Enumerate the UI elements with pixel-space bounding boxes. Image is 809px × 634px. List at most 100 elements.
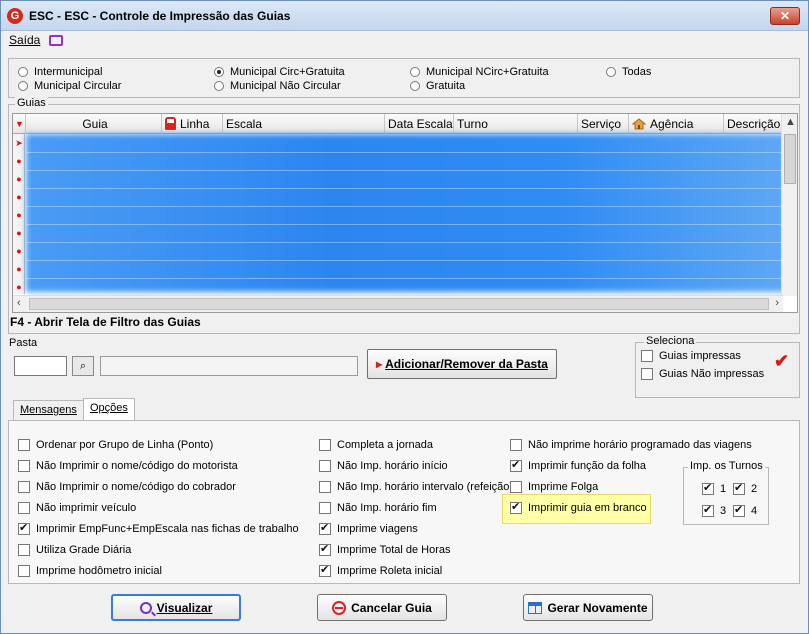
checkbox-box[interactable] — [319, 521, 331, 535]
checkbox-box[interactable] — [733, 503, 745, 517]
checkbox-label: Imprime viagens — [337, 523, 418, 535]
checkbox-nao-imp-horario-fim[interactable]: Não Imp. horário fim — [319, 502, 437, 514]
checkbox-imprimir-guia-em-branco[interactable]: Imprimir guia em branco — [510, 500, 647, 514]
checkbox-box[interactable] — [18, 521, 30, 535]
checkbox-nao-imp-horario-intervalo[interactable]: Não Imp. horário intervalo (refeição) — [319, 481, 513, 493]
guias-grid[interactable]: ▼ Guia Linha Escala Data Escala Turno Se… — [12, 113, 798, 313]
checkbox-box[interactable] — [319, 439, 331, 451]
checkbox-box[interactable] — [18, 460, 30, 472]
checkbox-box[interactable] — [319, 460, 331, 472]
checkbox-imprime-viagens[interactable]: Imprime viagens — [319, 521, 418, 535]
radio-municipal-circ-gratuita[interactable]: Municipal Circ+Gratuita — [214, 66, 345, 78]
pasta-code-input[interactable] — [14, 356, 67, 376]
radio-intermunicipal[interactable]: Intermunicipal — [18, 66, 102, 78]
checkbox-box[interactable] — [702, 503, 714, 517]
add-page-icon: ▸ — [376, 357, 383, 371]
checkbox-nao-imprimir-cobrador[interactable]: Não Imprimir o nome/código do cobrador — [18, 481, 236, 493]
checkbox-box[interactable] — [641, 350, 653, 362]
checkbox-box[interactable] — [18, 439, 30, 451]
column-escala[interactable]: Escala — [223, 114, 385, 134]
checkbox-nao-imp-horario-inicio[interactable]: Não Imp. horário início — [319, 460, 448, 472]
horizontal-scrollbar[interactable]: ‹ › — [13, 295, 783, 312]
radio-dot[interactable] — [18, 81, 28, 91]
add-remove-pasta-button[interactable]: ▸ Adicionar/Remover da Pasta — [367, 349, 557, 379]
checkbox-box[interactable] — [510, 458, 522, 472]
checkbox-label: Imprimir EmpFunc+EmpEscala nas fichas de… — [36, 523, 299, 535]
horizontal-scroll-thumb[interactable] — [29, 298, 769, 310]
radio-todas[interactable]: Todas — [606, 66, 651, 78]
checkbox-turno-1[interactable]: 1 — [702, 481, 726, 495]
radio-dot[interactable] — [18, 67, 28, 77]
checkbox-box[interactable] — [18, 565, 30, 577]
checkbox-box[interactable] — [641, 368, 653, 380]
checkbox-imprime-total-horas[interactable]: Imprime Total de Horas — [319, 542, 451, 556]
radio-dot[interactable] — [214, 81, 224, 91]
checkbox-guias-nao-impressas[interactable]: Guias Não impressas — [641, 368, 764, 380]
checkbox-box[interactable] — [733, 481, 745, 495]
checkbox-box[interactable] — [319, 481, 331, 493]
checkbox-ordenar-grupo-linha[interactable]: Ordenar por Grupo de Linha (Ponto) — [18, 439, 213, 451]
checkbox-box[interactable] — [510, 439, 522, 451]
checkbox-box[interactable] — [18, 544, 30, 556]
radio-municipal-nao-circular[interactable]: Municipal Não Circular — [214, 80, 341, 92]
column-data-escala[interactable]: Data Escala — [385, 114, 454, 134]
column-guia[interactable]: Guia — [26, 114, 162, 134]
checkbox-box[interactable] — [319, 563, 331, 577]
main-window: G ESC - ESC - Controle de Impressão das … — [0, 0, 809, 634]
scroll-left-icon[interactable]: ‹ — [17, 297, 21, 309]
binoculars-icon: ⌕ — [79, 360, 87, 372]
checkbox-imprimir-empfunc[interactable]: Imprimir EmpFunc+EmpEscala nas fichas de… — [18, 521, 299, 535]
scroll-up-icon[interactable]: ▲ — [785, 116, 796, 128]
checkbox-turno-2[interactable]: 2 — [733, 481, 758, 495]
radio-dot[interactable] — [606, 67, 616, 77]
checkbox-utiliza-grade-diaria[interactable]: Utiliza Grade Diária — [18, 544, 131, 556]
checkbox-imprime-roleta-inicial[interactable]: Imprime Roleta inicial — [319, 563, 442, 577]
checkbox-box[interactable] — [702, 481, 714, 495]
checkbox-turno-3[interactable]: 3 — [702, 503, 727, 517]
checkbox-imprime-folga[interactable]: Imprime Folga — [510, 481, 598, 493]
checkbox-nao-imprimir-veiculo[interactable]: Não imprimir veículo — [18, 502, 136, 514]
column-linha[interactable]: Linha — [162, 114, 223, 134]
checkbox-box[interactable] — [510, 500, 522, 514]
radio-gratuita[interactable]: Gratuita — [410, 80, 465, 92]
radio-dot[interactable] — [410, 81, 420, 91]
column-turno[interactable]: Turno — [454, 114, 578, 134]
monitor-icon[interactable] — [49, 34, 64, 46]
checkbox-turno-4[interactable]: 4 — [733, 503, 757, 517]
radio-municipal-circular[interactable]: Municipal Circular — [18, 80, 121, 92]
visualizar-button[interactable]: Visualizar — [111, 594, 241, 621]
checkbox-box[interactable] — [319, 542, 331, 556]
scroll-right-icon[interactable]: › — [775, 297, 779, 309]
column-descricao[interactable]: Descrição da — [724, 114, 783, 134]
tab-mensagens[interactable]: Mensagens — [13, 400, 84, 420]
checkbox-box[interactable] — [18, 502, 30, 514]
vertical-scrollbar[interactable]: ▲ — [781, 114, 797, 296]
gerar-novamente-button[interactable]: Gerar Novamente — [523, 594, 653, 621]
cancelar-guia-button[interactable]: Cancelar Guia — [317, 594, 447, 621]
search-pasta-button[interactable]: ⌕ — [72, 356, 94, 376]
radio-municipal-ncirc-gratuita[interactable]: Municipal NCirc+Gratuita — [410, 66, 549, 78]
checkbox-label: 3 — [720, 505, 727, 517]
checkbox-imprimir-funcao-folha[interactable]: Imprimir função da folha — [510, 458, 646, 472]
radio-dot[interactable] — [410, 67, 420, 77]
selected-rows-blurred[interactable] — [26, 134, 786, 292]
column-servico[interactable]: Serviço — [578, 114, 629, 134]
checkbox-guias-impressas[interactable]: Guias impressas — [641, 350, 741, 362]
checkbox-nao-imprimir-motorista[interactable]: Não Imprimir o nome/código do motorista — [18, 460, 238, 472]
checkbox-nao-imprime-horario-programado[interactable]: Não imprime horário programado das viage… — [510, 439, 752, 451]
guias-legend: Guias — [15, 97, 48, 109]
sort-indicator-icon[interactable]: ▼ — [13, 114, 26, 134]
radio-dot[interactable] — [214, 67, 224, 77]
checkbox-label: 2 — [751, 483, 758, 495]
column-agencia[interactable]: Agência — [629, 114, 724, 134]
tab-opcoes[interactable]: Opções — [83, 398, 135, 420]
checkbox-imprime-hodometro[interactable]: Imprime hodômetro inicial — [18, 565, 162, 577]
checkbox-box[interactable] — [319, 502, 331, 514]
checkbox-box[interactable] — [510, 481, 522, 493]
close-button[interactable]: ✕ — [770, 7, 800, 25]
menu-item-saida[interactable]: Saída — [9, 33, 40, 47]
vertical-scroll-thumb[interactable] — [784, 134, 796, 184]
title-bar[interactable]: G ESC - ESC - Controle de Impressão das … — [1, 1, 808, 31]
checkbox-completa-jornada[interactable]: Completa a jornada — [319, 439, 433, 451]
checkbox-box[interactable] — [18, 481, 30, 493]
